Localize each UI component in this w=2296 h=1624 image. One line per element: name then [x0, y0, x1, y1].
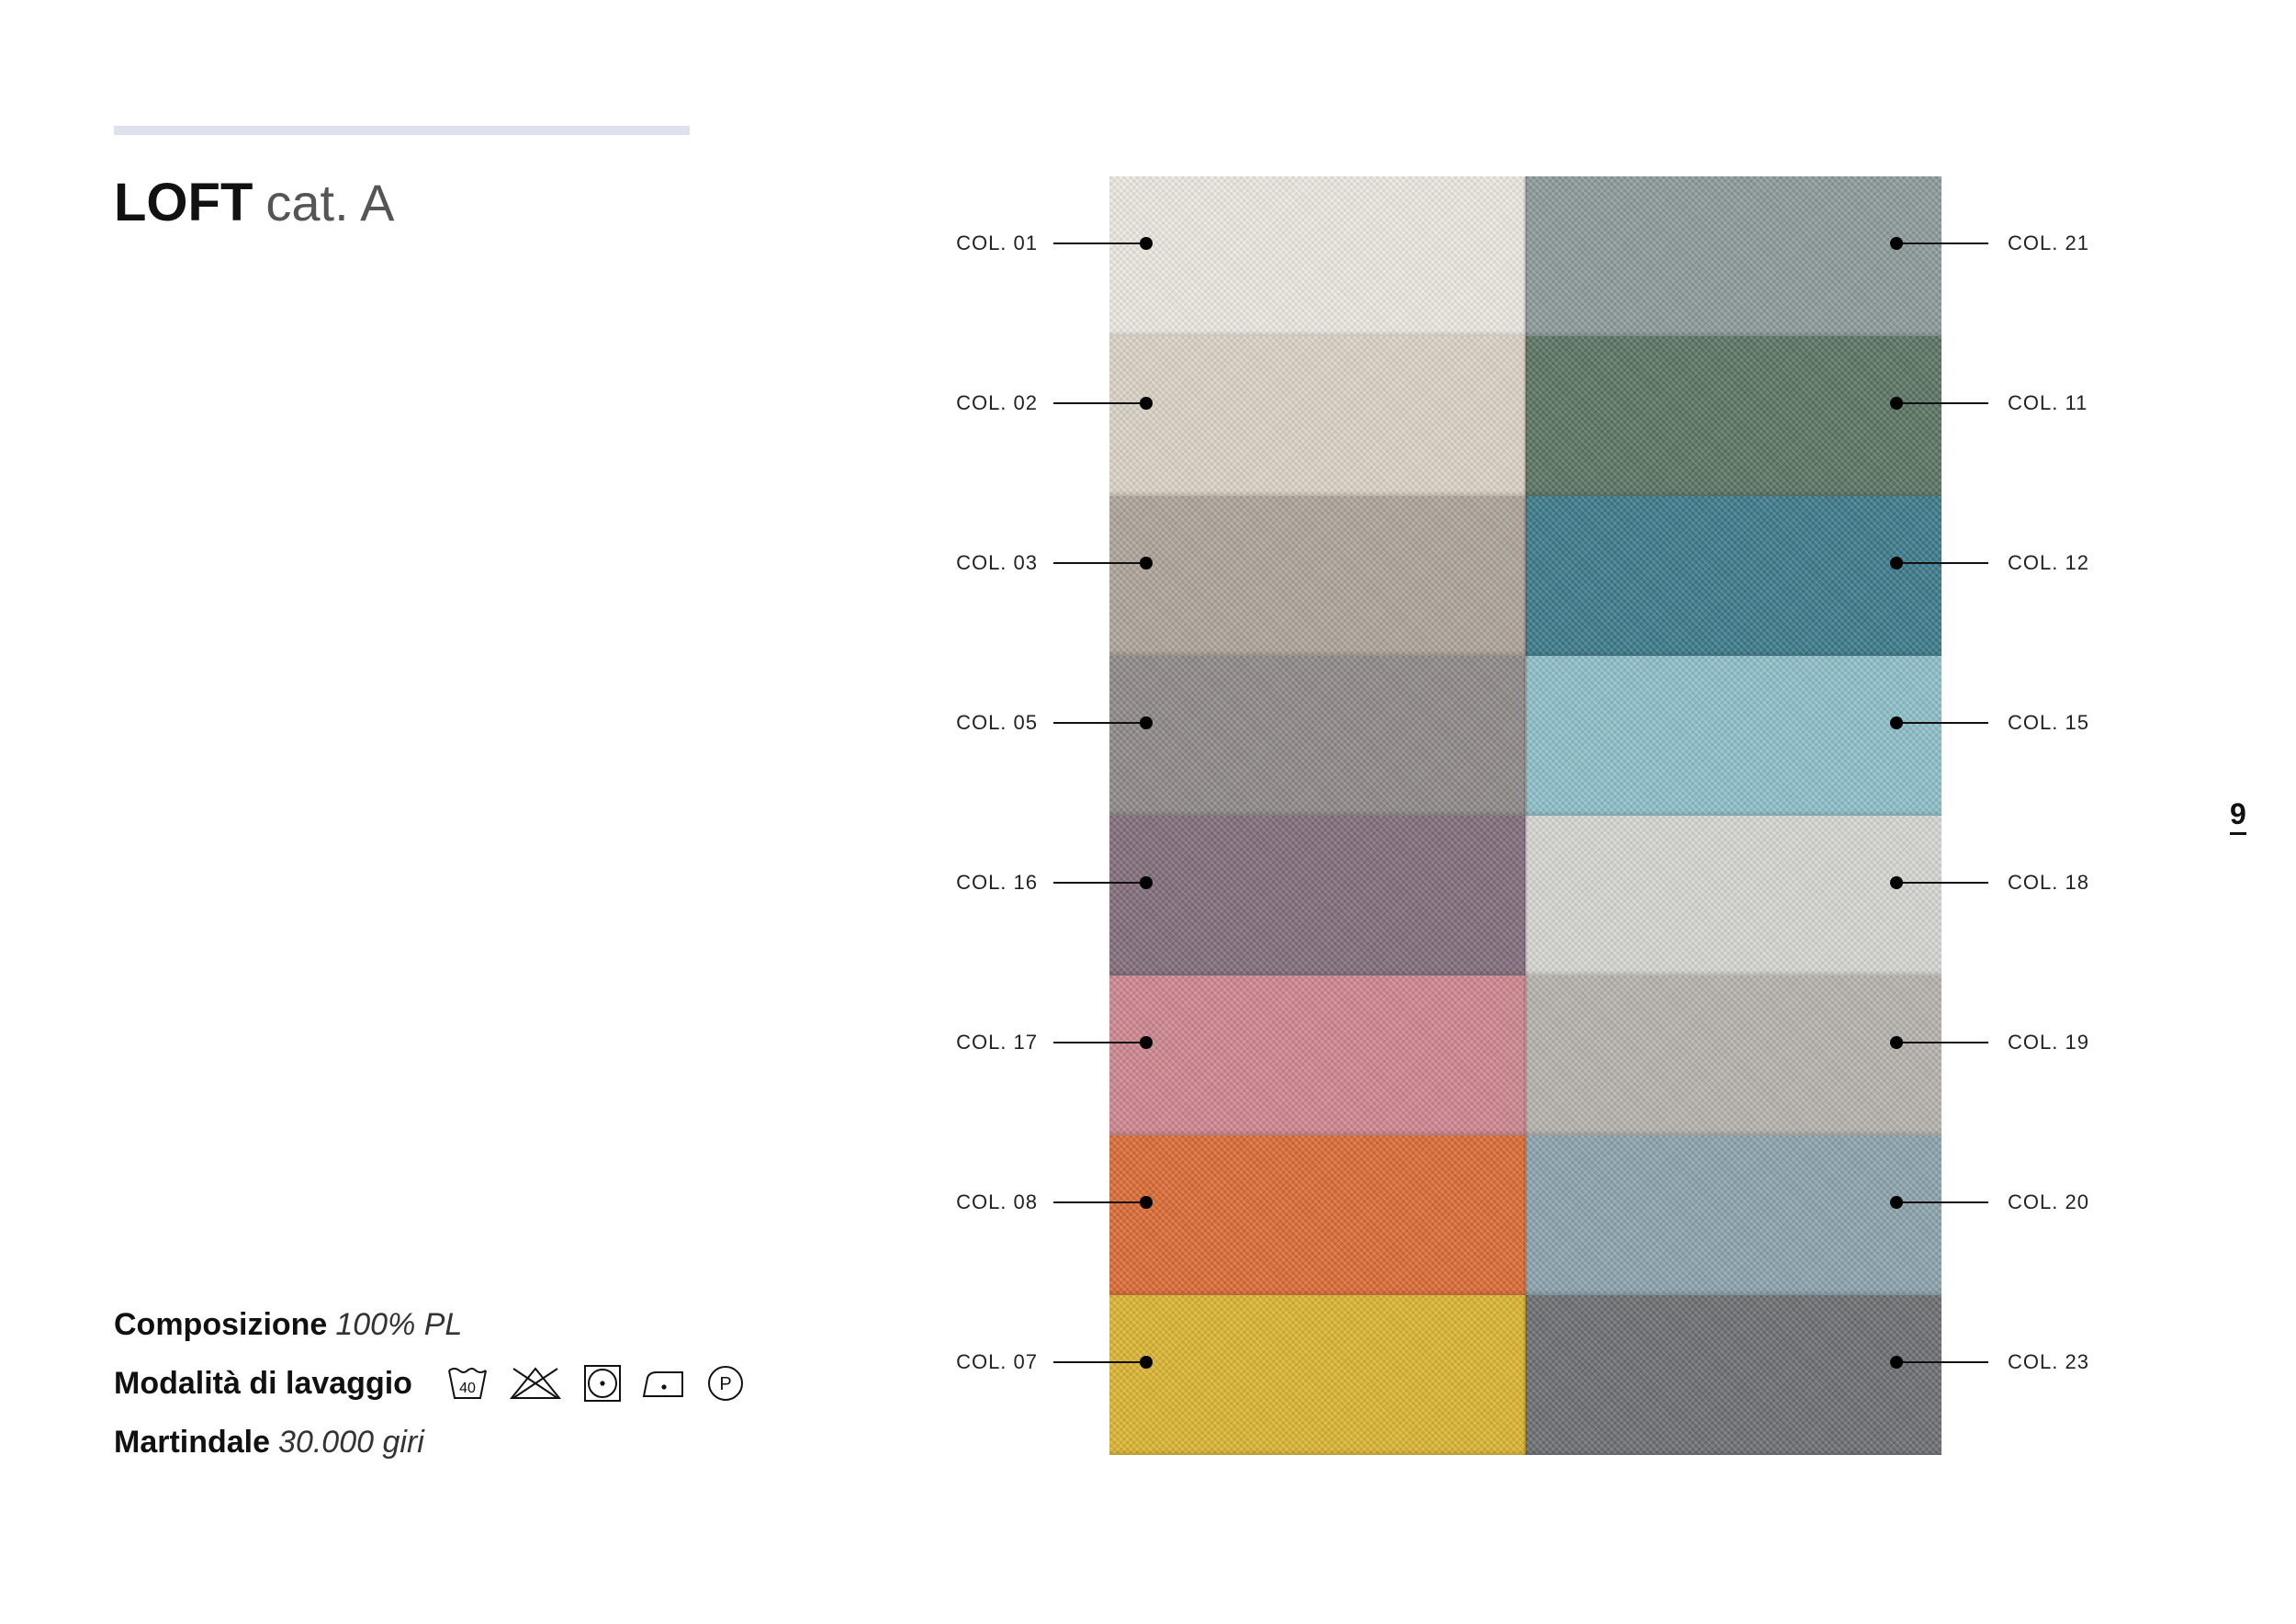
svg-text:P: P	[719, 1374, 731, 1394]
dry-clean-p-icon: P	[707, 1366, 743, 1401]
leader-line	[1053, 242, 1145, 244]
swatch-col-01	[1109, 176, 1525, 336]
product-name: LOFT	[114, 173, 253, 232]
leader-line	[1896, 242, 1988, 244]
leader-dot	[1890, 1036, 1903, 1049]
leader-dot	[1890, 397, 1903, 410]
swatch-col-11	[1525, 336, 1941, 496]
swatch-col-20	[1525, 1135, 1941, 1295]
leader-line	[1896, 562, 1988, 564]
leader-line	[1053, 722, 1145, 724]
swatch-label: COL. 01	[956, 231, 1038, 254]
care-icons: 40 P	[447, 1364, 745, 1403]
swatch-col-05	[1109, 656, 1525, 816]
swatch-col-08	[1109, 1135, 1525, 1295]
leader-line	[1896, 882, 1988, 884]
martindale-value: 30.000 giri	[278, 1425, 424, 1460]
leader-dot	[1140, 1356, 1153, 1369]
leader-dot	[1140, 557, 1153, 570]
swatch-label: COL. 16	[956, 871, 1038, 894]
composition-label: Composizione	[114, 1307, 328, 1342]
swatch-label: COL. 17	[956, 1031, 1038, 1054]
leader-line	[1053, 1042, 1145, 1043]
swatch-column-divider	[1524, 176, 1527, 1455]
tumble-dry-icon	[583, 1365, 621, 1402]
leader-line	[1053, 882, 1145, 884]
leader-line	[1896, 722, 1988, 724]
swatch-col-19	[1525, 976, 1941, 1135]
svg-text:40: 40	[459, 1381, 476, 1396]
swatch-label: COL. 07	[956, 1350, 1038, 1373]
swatch-label: COL. 23	[2008, 1350, 2089, 1373]
header-rule	[114, 126, 690, 135]
swatch-col-21	[1525, 176, 1941, 336]
swatch-label: COL. 21	[2008, 231, 2089, 254]
swatch-label: COL. 05	[956, 711, 1038, 734]
leader-dot	[1140, 237, 1153, 250]
leader-dot	[1890, 237, 1903, 250]
leader-line	[1053, 562, 1145, 564]
leader-line	[1896, 1361, 1988, 1363]
leader-dot	[1890, 716, 1903, 729]
swatch-label: COL. 02	[956, 391, 1038, 414]
swatch-col-03	[1109, 496, 1525, 656]
composition-row: Composizione 100% PL	[114, 1295, 745, 1354]
page-number: 9	[2230, 797, 2246, 835]
leader-dot	[1140, 716, 1153, 729]
washing-row: Modalità di lavaggio 40 P	[114, 1354, 745, 1413]
swatch-col-15	[1525, 656, 1941, 816]
leader-dot	[1140, 1196, 1153, 1209]
swatch-col-02	[1109, 336, 1525, 496]
leader-dot	[1890, 1356, 1903, 1369]
leader-dot	[1140, 1036, 1153, 1049]
swatch-label: COL. 20	[2008, 1190, 2089, 1213]
iron-low-icon	[642, 1371, 683, 1397]
leader-dot	[1890, 557, 1903, 570]
swatch-label: COL. 15	[2008, 711, 2089, 734]
leader-line	[1053, 402, 1145, 404]
martindale-row: Martindale 30.000 giri	[114, 1413, 745, 1472]
leader-line	[1053, 1201, 1145, 1203]
specs-block: Composizione 100% PL Modalità di lavaggi…	[114, 1295, 745, 1472]
swatch-col-07	[1109, 1295, 1525, 1455]
leader-dot	[1140, 876, 1153, 889]
leader-line	[1896, 1042, 1988, 1043]
leader-dot	[1890, 876, 1903, 889]
no-bleach-icon	[509, 1367, 562, 1399]
swatch-label: COL. 18	[2008, 871, 2089, 894]
product-category: cat. A	[265, 174, 395, 231]
leader-dot	[1140, 397, 1153, 410]
swatch-col-12	[1525, 496, 1941, 656]
swatch-label: COL. 19	[2008, 1031, 2089, 1054]
swatch-panel	[1109, 176, 1941, 1455]
leader-line	[1896, 402, 1988, 404]
leader-line	[1053, 1361, 1145, 1363]
wash-40-icon: 40	[447, 1368, 487, 1399]
swatch-label: COL. 03	[956, 551, 1038, 574]
swatch-label: COL. 12	[2008, 551, 2089, 574]
product-title: LOFT cat. A	[114, 171, 395, 235]
swatch-col-23	[1525, 1295, 1941, 1455]
swatch-col-17	[1109, 976, 1525, 1135]
swatch-label: COL. 11	[2008, 391, 2088, 414]
swatch-col-16	[1109, 816, 1525, 976]
leader-dot	[1890, 1196, 1903, 1209]
swatch-col-18	[1525, 816, 1941, 976]
leader-line	[1896, 1201, 1988, 1203]
swatch-label: COL. 08	[956, 1190, 1038, 1213]
martindale-label: Martindale	[114, 1425, 271, 1460]
washing-label: Modalità di lavaggio	[114, 1366, 412, 1401]
composition-value: 100% PL	[335, 1307, 463, 1342]
